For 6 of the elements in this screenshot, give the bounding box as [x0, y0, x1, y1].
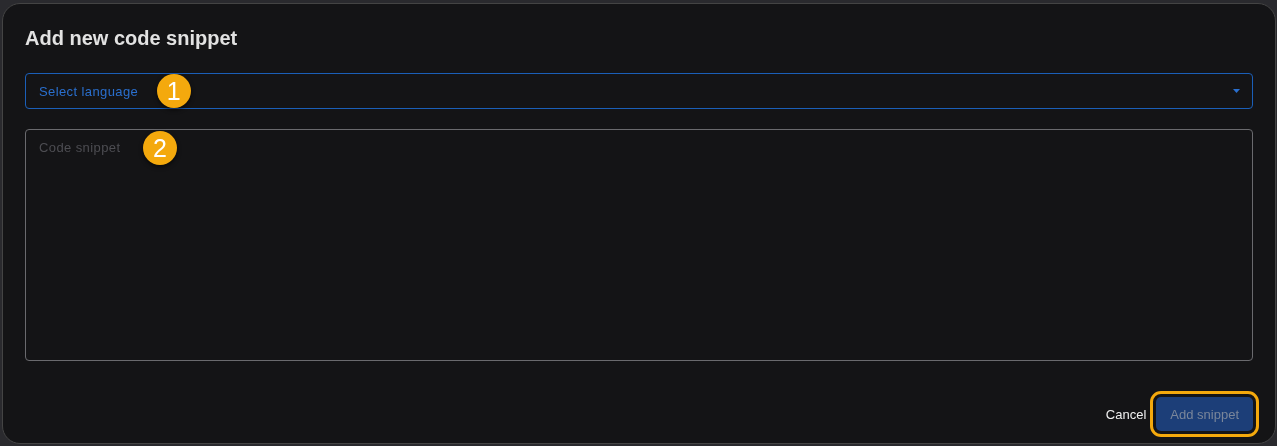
- callout-badge: 2: [143, 131, 177, 165]
- caret-icon: [1233, 89, 1240, 93]
- language-select[interactable]: Select language 1: [25, 73, 1253, 109]
- dialog-title: Add new code snippet: [25, 26, 239, 50]
- callout-badge: 1: [157, 74, 191, 108]
- cancel-button[interactable]: Cancel: [1103, 398, 1149, 430]
